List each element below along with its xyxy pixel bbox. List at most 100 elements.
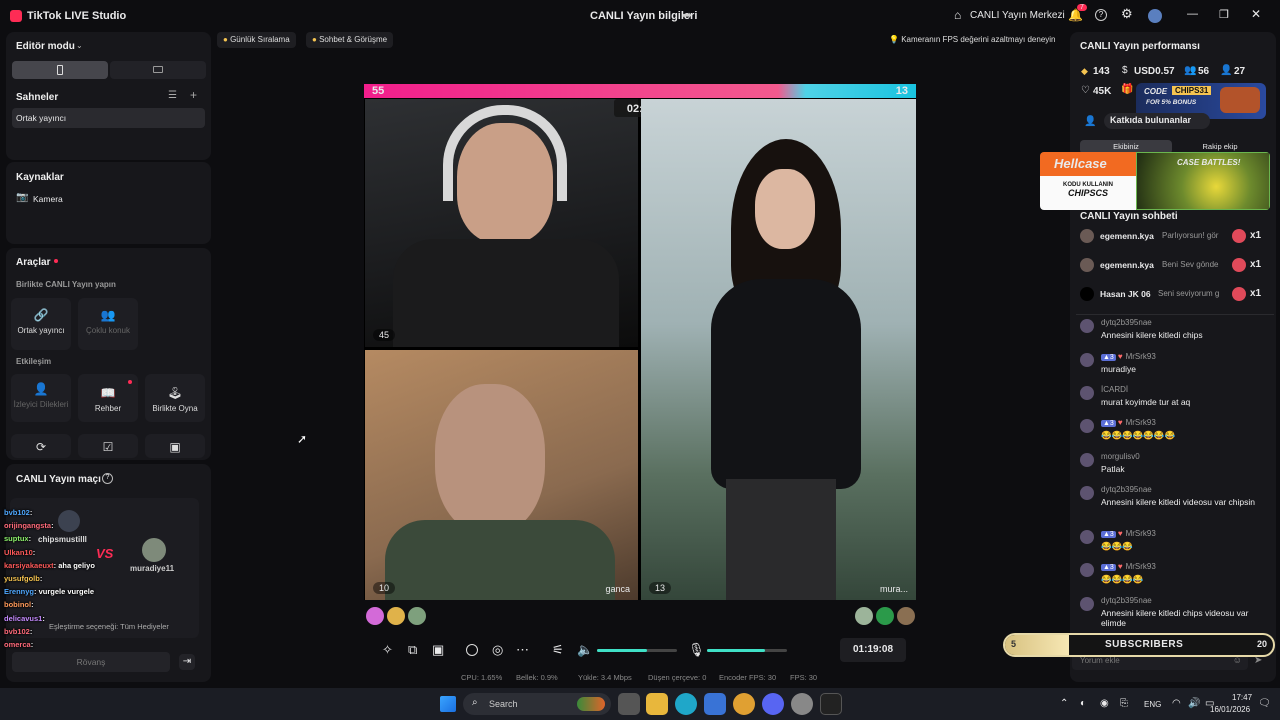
daily-ranking-chip[interactable]: ● Günlük Sıralama (217, 32, 296, 48)
chat-message[interactable]: ▲3 ♥ MrSrk93 muradiye (1080, 352, 1272, 374)
tray-chevron-icon[interactable]: ⌃ (1060, 698, 1068, 709)
volume-icon[interactable]: 🔊 (1188, 698, 1200, 709)
overlay-user: delicavus1 (4, 613, 43, 623)
layout-icon[interactable]: ⧉ (408, 642, 417, 658)
chat-username: dytq2b395nae (1101, 596, 1152, 605)
speaker-icon[interactable]: 🔈 (577, 642, 593, 658)
discord-icon[interactable] (762, 693, 784, 715)
language-indicator[interactable]: ENG (1144, 700, 1161, 709)
clock-date[interactable]: 16/01/2026 (1210, 705, 1250, 714)
supporter-avatar-6[interactable] (897, 607, 915, 625)
close-icon[interactable]: ✕ (1251, 7, 1261, 21)
chat-message[interactable]: morgulisv0 Patlak (1080, 452, 1272, 474)
chat-message[interactable]: ▲3 ♥ MrSrk93 😂😂😂😂😂😂😂 (1080, 418, 1272, 441)
tool-button-6[interactable]: ▣ (145, 434, 205, 458)
search-highlight-icon (577, 697, 605, 711)
refresh-icon: ⟳ (35, 440, 47, 454)
contributors-link[interactable]: Katkıda bulunanlar (1104, 113, 1210, 129)
more-icon[interactable]: ⋯ (516, 642, 529, 658)
chat-message[interactable]: İCARDİ murat koyimde tur at aq (1080, 385, 1272, 407)
notification-icon[interactable]: 🗨 (1258, 698, 1271, 709)
clock-time[interactable]: 17:47 (1232, 693, 1252, 702)
usd-value: USD0.57 (1134, 66, 1175, 77)
app-icon[interactable] (791, 693, 813, 715)
task-view-icon[interactable] (618, 693, 640, 715)
tab-our-team-label: Ekibiniz (1113, 142, 1139, 151)
supporter-avatar-2[interactable] (387, 607, 405, 625)
users-icon: 👥 (100, 308, 116, 322)
viewer-wishes-button[interactable]: 👤 İzleyici Dilekleri (11, 374, 71, 422)
hellcase-code-box: KODU KULLANIN CHIPSCS (1040, 176, 1136, 210)
chat-text: Annesini kilere kitledi chips (1101, 330, 1203, 340)
camera-switch-icon[interactable]: ◎ (492, 642, 503, 658)
live-center-button[interactable]: CANLI Yayın Merkezi (970, 10, 1065, 21)
chat-message[interactable]: dytq2b395nae Annesini kilere kitledi chip… (1080, 596, 1272, 628)
file-explorer-icon[interactable] (646, 693, 668, 715)
taskbar-search[interactable]: ⌕ Search (463, 693, 611, 715)
joystick-icon: 🕹 (167, 386, 183, 400)
app-window: TikTok LIVE Studio CANLI Yayın bilgileri… (0, 0, 1280, 720)
editor-mode-dropdown[interactable]: Editör modu (16, 41, 75, 52)
portrait-toggle[interactable] (12, 61, 108, 79)
chat-message[interactable]: ▲3 ♥ MrSrk93 😂😂😂 (1080, 529, 1272, 552)
cohost-section-label: Birlikte CANLI Yayın yapın (16, 280, 116, 289)
help-icon[interactable]: ? (1095, 9, 1107, 21)
ad-code-label: CODE (1144, 87, 1168, 96)
tray-app-icon-1[interactable]: ◐ (1080, 698, 1086, 709)
gift-multiplier: x1 (1250, 230, 1262, 241)
screen-icon[interactable]: ▣ (432, 642, 444, 658)
supporter-avatar-3[interactable] (408, 607, 426, 625)
tray-app-icon-2[interactable]: ◉ (1100, 698, 1109, 709)
avatar[interactable] (1148, 9, 1162, 23)
source-item-camera[interactable]: Kamera (33, 194, 63, 204)
host-tile: 45 (365, 99, 638, 347)
treasure-icon (1220, 87, 1260, 113)
settings-icon[interactable]: ⚙ (1121, 6, 1133, 22)
mic-volume-fill (707, 649, 766, 652)
supporter-avatar-4[interactable] (855, 607, 873, 625)
host-gift-count: 45 (373, 329, 396, 341)
chevron-down-icon[interactable]: ⌄ (76, 41, 83, 50)
speaker-volume-slider[interactable] (597, 649, 677, 652)
mic-icon[interactable]: 🎙 (688, 642, 705, 658)
phone-icon (57, 65, 63, 75)
record-icon[interactable] (466, 644, 478, 656)
supporter-avatar-5[interactable] (876, 607, 894, 625)
add-scene-icon[interactable]: + (190, 88, 197, 102)
chat-message[interactable]: dytq2b395nae Annesini kilere kitledi chip… (1080, 318, 1272, 340)
edge-icon[interactable] (675, 693, 697, 715)
chat-message[interactable]: ▲3 ♥ MrSrk93 😂😂😂😂 (1080, 562, 1272, 585)
supporter-avatar-1[interactable] (366, 607, 384, 625)
effects-icon[interactable]: ✧ (382, 642, 393, 658)
chrome-icon[interactable] (733, 693, 755, 715)
home-icon[interactable]: ⌂ (954, 8, 961, 22)
windows-start-icon[interactable] (440, 696, 456, 712)
store-icon[interactable] (704, 693, 726, 715)
tiktok-taskbar-icon[interactable] (820, 693, 842, 715)
wifi-icon[interactable]: ◠ (1172, 698, 1181, 709)
gift-user: egemenn.kya (1100, 231, 1154, 241)
scene-item[interactable]: Ortak yayıncı (12, 108, 205, 128)
avatar (1080, 353, 1094, 367)
help-icon[interactable]: ? (102, 473, 113, 484)
tool-button-5[interactable]: ☑ (78, 434, 138, 458)
list-icon[interactable]: ☰ (168, 90, 177, 101)
chat-call-chip[interactable]: ● Sohbet & Görüşme (306, 32, 394, 48)
guest2-tile: 13 mura... (641, 99, 916, 600)
minimize-icon[interactable]: — (1187, 8, 1198, 20)
tab-rival-team-label: Rakip ekip (1202, 142, 1238, 151)
maximize-icon[interactable]: ❐ (1219, 8, 1229, 21)
chat-username: MrSrk93 (1125, 418, 1156, 427)
play-together-button[interactable]: 🕹 Birlikte Oyna (145, 374, 205, 422)
share-icon[interactable]: ➦ (682, 8, 692, 22)
ad-code-value: CHIPS31 (1172, 86, 1212, 95)
cohost-button[interactable]: 🔗 Ortak yayıncı (11, 298, 71, 350)
chat-message[interactable]: dytq2b395nae Annesini kilere kitledi vide… (1080, 485, 1272, 507)
tray-app-icon-3[interactable]: ⎘ (1120, 698, 1128, 709)
landscape-toggle[interactable] (110, 61, 206, 79)
tool-button-4[interactable]: ⟳ (11, 434, 71, 458)
overlay-user: bvb102 (4, 626, 30, 636)
mic-volume-slider[interactable] (707, 649, 787, 652)
multi-guest-button[interactable]: 👥 Çoklu konuk (78, 298, 138, 350)
mixer-icon[interactable]: ⚟ (552, 642, 564, 658)
